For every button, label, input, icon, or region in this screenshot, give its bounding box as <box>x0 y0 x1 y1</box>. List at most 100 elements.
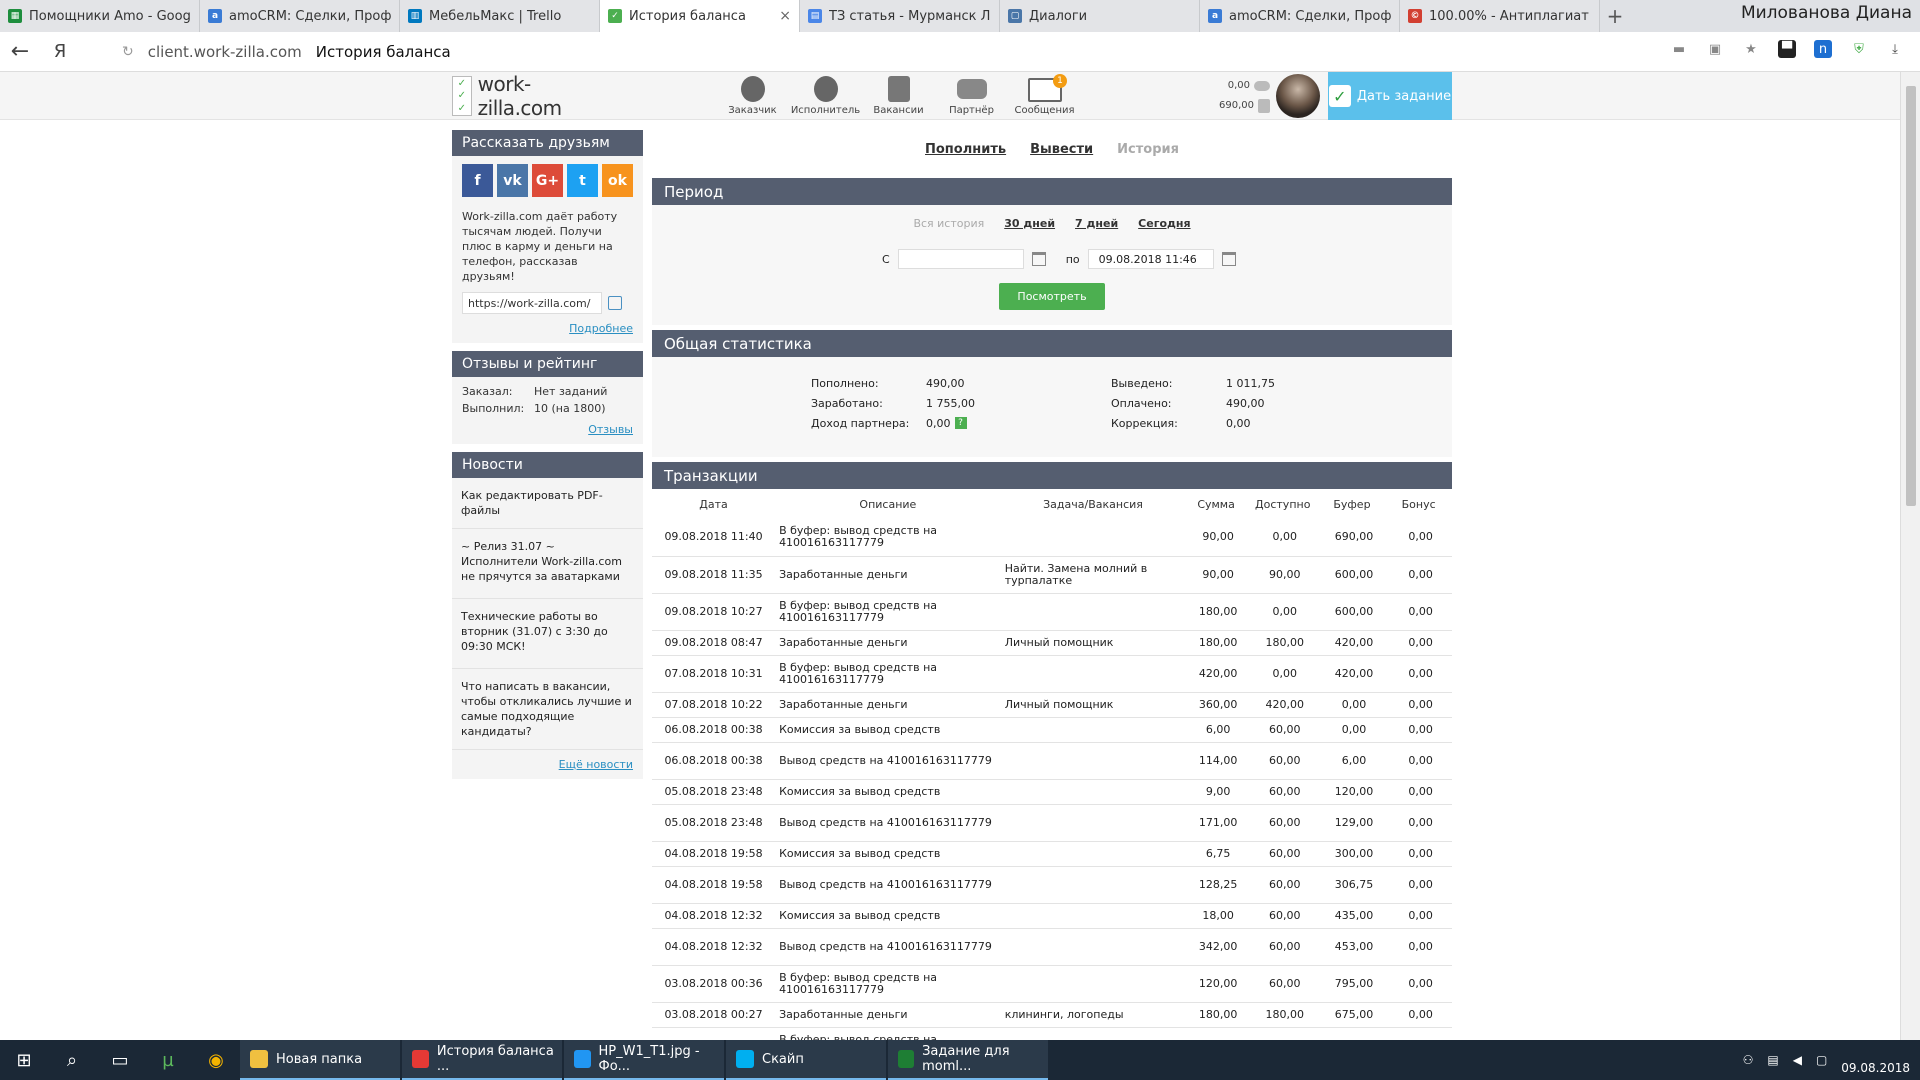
nav-item[interactable]: Заказчик <box>716 72 789 120</box>
more-news-link[interactable]: Ещё новости <box>462 758 633 771</box>
taskbar-app[interactable]: История баланса ... <box>402 1040 562 1080</box>
taskbar-app[interactable]: Задание для moml... <box>888 1040 1048 1080</box>
torrent-icon[interactable]: µ <box>144 1040 192 1080</box>
share-link-input[interactable]: https://work-zilla.com/ <box>462 292 602 314</box>
extension-icon[interactable]: ▀ <box>1778 40 1796 58</box>
table-row: 04.08.2018 12:32 Вывод средств на 4100161… <box>652 928 1452 966</box>
browser-tab[interactable]: a amoCRM: Сделки, ПрофОц <box>200 0 400 32</box>
extension-icon[interactable]: n <box>1814 40 1832 58</box>
browser-tab[interactable]: ▥ МебельМакс | Trello <box>400 0 600 32</box>
task-view-icon[interactable]: ▭ <box>96 1040 144 1080</box>
cell-amount: 180,00 <box>1185 630 1247 656</box>
chrome-icon[interactable]: ◉ <box>192 1040 240 1080</box>
windows-start-icon[interactable]: ⊞ <box>0 1040 48 1080</box>
copy-icon[interactable] <box>608 296 622 310</box>
period-30-days[interactable]: 30 дней <box>1004 217 1055 230</box>
nav-item[interactable]: Исполнитель <box>789 72 862 120</box>
profile-name[interactable]: Милованова Диана <box>1741 0 1912 26</box>
cell-amount: 9,00 <box>1185 779 1247 805</box>
taskbar-apps: Новая папка История баланса ... HP_W1_T1.j… <box>240 1040 1050 1080</box>
taskbar-app-label: Новая папка <box>276 1051 363 1067</box>
social-buttons: f vk G+ t ok <box>462 164 633 197</box>
nav-item[interactable]: Партнёр <box>935 72 1008 120</box>
twitter-icon[interactable]: t <box>567 164 598 197</box>
new-tab-button[interactable]: + <box>1600 0 1630 32</box>
search-icon[interactable]: ⌕ <box>48 1040 96 1080</box>
cell-bonus: 0,00 <box>1385 1002 1452 1028</box>
tab-withdraw[interactable]: Вывести <box>1030 142 1093 157</box>
people-icon[interactable]: ⚇ <box>1743 1053 1754 1067</box>
cell-task[interactable]: Личный помощник <box>1000 692 1186 718</box>
comment-icon[interactable]: ▬ <box>1670 40 1688 58</box>
cell-date: 05.08.2018 23:48 <box>652 804 776 842</box>
url-field[interactable]: ↻ client.work-zilla.com История баланса <box>122 38 1762 66</box>
to-date-input[interactable]: 09.08.2018 11:46 <box>1087 249 1214 269</box>
news-item[interactable]: Технические работы во вторник (31.07) с … <box>452 599 643 669</box>
back-icon[interactable]: ← <box>0 32 40 72</box>
shield-icon[interactable]: ⛨ <box>1850 40 1868 58</box>
nav-item[interactable]: Вакансии <box>862 72 935 120</box>
news-title: Новости <box>452 452 643 478</box>
calendar-icon[interactable] <box>1221 252 1236 266</box>
cell-bonus: 0,00 <box>1385 903 1452 929</box>
reviews-link[interactable]: Отзывы <box>462 423 633 436</box>
odnoklassniki-icon[interactable]: ok <box>602 164 633 197</box>
network-icon[interactable]: ▤ <box>1767 1053 1778 1067</box>
avatar[interactable] <box>1276 74 1320 118</box>
cell-task[interactable]: Личный помощник <box>1000 630 1186 656</box>
lock-icon[interactable]: ▣ <box>1706 40 1724 58</box>
vk-icon[interactable]: vk <box>497 164 528 197</box>
browser-tab[interactable]: ✓ История баланса × <box>600 0 800 32</box>
tab-topup[interactable]: Пополнить <box>925 142 1006 157</box>
taskbar-app[interactable]: HP_W1_T1.jpg - Фо... <box>564 1040 724 1080</box>
browser-tab[interactable]: ▢ Диалоги <box>1000 0 1200 32</box>
cell-buffer: 420,00 <box>1318 655 1386 693</box>
close-tab-icon[interactable]: × <box>779 8 791 24</box>
cell-amount: 90,00 <box>1185 556 1247 594</box>
browser-tab[interactable]: ▤ ТЗ статья - Мурманск Лаур <box>800 0 1000 32</box>
tab-history[interactable]: История <box>1117 142 1179 157</box>
browser-tab[interactable]: a amoCRM: Сделки, ПрофОц <box>1200 0 1400 32</box>
news-item[interactable]: ~ Релиз 31.07 ~ Исполнители Work-zilla.c… <box>452 529 643 599</box>
period-all[interactable]: Вся история <box>913 217 984 230</box>
period-7-days[interactable]: 7 дней <box>1075 217 1118 230</box>
browser-tab[interactable]: © 100.00% - Антиплагиат онл <box>1400 0 1600 32</box>
clock[interactable]: 09.08.2018 <box>1841 1044 1910 1076</box>
taskbar-app[interactable]: Скайп <box>726 1040 886 1080</box>
news-item[interactable]: Как редактировать PDF-файлы <box>452 478 643 529</box>
cell-amount: 120,00 <box>1185 965 1247 1003</box>
reload-icon[interactable]: ↻ <box>122 44 134 60</box>
nav-item[interactable]: Сообщения 1 <box>1008 72 1081 120</box>
yandex-icon[interactable]: Я <box>40 32 80 72</box>
period-today[interactable]: Сегодня <box>1138 217 1190 230</box>
help-icon[interactable]: ? <box>954 417 967 429</box>
share-title: Рассказать друзьям <box>452 130 643 156</box>
site-logo[interactable]: ✓ ✓ ✓ work-zilla.com <box>452 72 612 120</box>
cell-task[interactable]: клининги, логопеды <box>1000 1002 1186 1028</box>
more-link[interactable]: Подробнее <box>462 322 633 335</box>
cell-description: Вывод средств на 410016163117779 <box>775 866 1001 904</box>
table-row: 05.08.2018 23:48 Вывод средств на 4100161… <box>652 804 1452 842</box>
balance-widget[interactable]: 0,00 690,00 <box>1200 76 1270 116</box>
cell-task <box>1000 903 1186 929</box>
view-button[interactable]: Посмотреть <box>999 283 1105 310</box>
news-item[interactable]: Что написать в вакансии, чтобы откликали… <box>452 669 643 750</box>
cell-date: 04.08.2018 12:32 <box>652 928 776 966</box>
taskbar-app[interactable]: Новая папка <box>240 1040 400 1080</box>
browser-tab[interactable]: ▦ Помощники Amo - Google <box>0 0 200 32</box>
cell-task[interactable]: Найти. Замена молний в турпалатке <box>1000 556 1186 594</box>
cell-bonus: 0,00 <box>1385 519 1452 557</box>
cell-buffer: 600,00 <box>1318 593 1386 631</box>
download-icon[interactable]: ⤓ <box>1886 40 1904 58</box>
give-task-button[interactable]: ✓ Дать задание <box>1328 72 1452 120</box>
from-date-input[interactable] <box>897 249 1024 269</box>
star-icon[interactable]: ★ <box>1742 40 1760 58</box>
page-scrollbar[interactable] <box>1900 72 1920 1040</box>
scrollbar-thumb[interactable] <box>1906 86 1916 506</box>
facebook-icon[interactable]: f <box>462 164 493 197</box>
google-plus-icon[interactable]: G+ <box>532 164 563 197</box>
volume-icon[interactable]: ◀ <box>1793 1053 1802 1067</box>
cell-amount: 171,00 <box>1185 804 1247 842</box>
calendar-icon[interactable] <box>1031 252 1046 266</box>
notifications-icon[interactable]: ▢ <box>1816 1053 1827 1067</box>
